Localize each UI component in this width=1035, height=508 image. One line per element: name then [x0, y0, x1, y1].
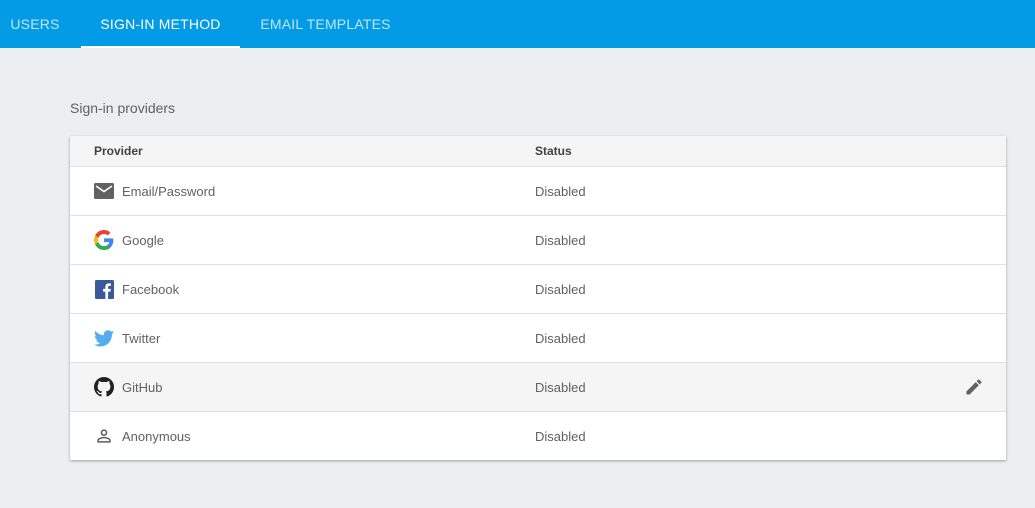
tab-users[interactable]: USERS [0, 0, 70, 48]
section-title: Sign-in providers [70, 100, 176, 116]
provider-name: Facebook [122, 282, 180, 297]
column-header-status: Status [535, 144, 572, 158]
pencil-icon[interactable] [962, 375, 986, 399]
provider-row-email-password[interactable]: Email/Password Disabled [70, 167, 1006, 216]
provider-name: Twitter [122, 331, 161, 346]
twitter-icon [94, 328, 114, 348]
provider-name: GitHub [122, 380, 163, 395]
email-icon [94, 181, 114, 201]
provider-row-facebook[interactable]: Facebook Disabled [70, 265, 1006, 314]
github-icon [94, 377, 114, 397]
tab-sign-in-method[interactable]: SIGN-IN METHOD [81, 0, 240, 48]
table-header: Provider Status [70, 136, 1006, 167]
facebook-icon [94, 279, 114, 299]
google-icon [94, 230, 114, 250]
tab-users-label: USERS [10, 16, 60, 32]
person-icon [94, 426, 114, 446]
provider-name: Google [122, 233, 164, 248]
provider-status: Disabled [535, 429, 586, 444]
provider-name: Email/Password [122, 184, 216, 199]
provider-status: Disabled [535, 233, 586, 248]
provider-name: Anonymous [122, 429, 191, 444]
active-tab-indicator [81, 46, 240, 48]
provider-row-github[interactable]: GitHub Disabled [70, 363, 1006, 412]
provider-row-anonymous[interactable]: Anonymous Disabled [70, 412, 1006, 460]
provider-status: Disabled [535, 331, 586, 346]
tab-sign-in-method-label: SIGN-IN METHOD [100, 16, 221, 32]
tab-bar: USERS SIGN-IN METHOD EMAIL TEMPLATES [0, 0, 1035, 48]
tab-email-templates[interactable]: EMAIL TEMPLATES [240, 0, 411, 48]
provider-status: Disabled [535, 380, 586, 395]
tab-email-templates-label: EMAIL TEMPLATES [260, 16, 391, 32]
provider-row-twitter[interactable]: Twitter Disabled [70, 314, 1006, 363]
column-header-provider: Provider [94, 144, 143, 158]
provider-status: Disabled [535, 184, 586, 199]
provider-row-google[interactable]: Google Disabled [70, 216, 1006, 265]
provider-status: Disabled [535, 282, 586, 297]
providers-table: Provider Status Email/Password Disabled … [70, 136, 1006, 460]
